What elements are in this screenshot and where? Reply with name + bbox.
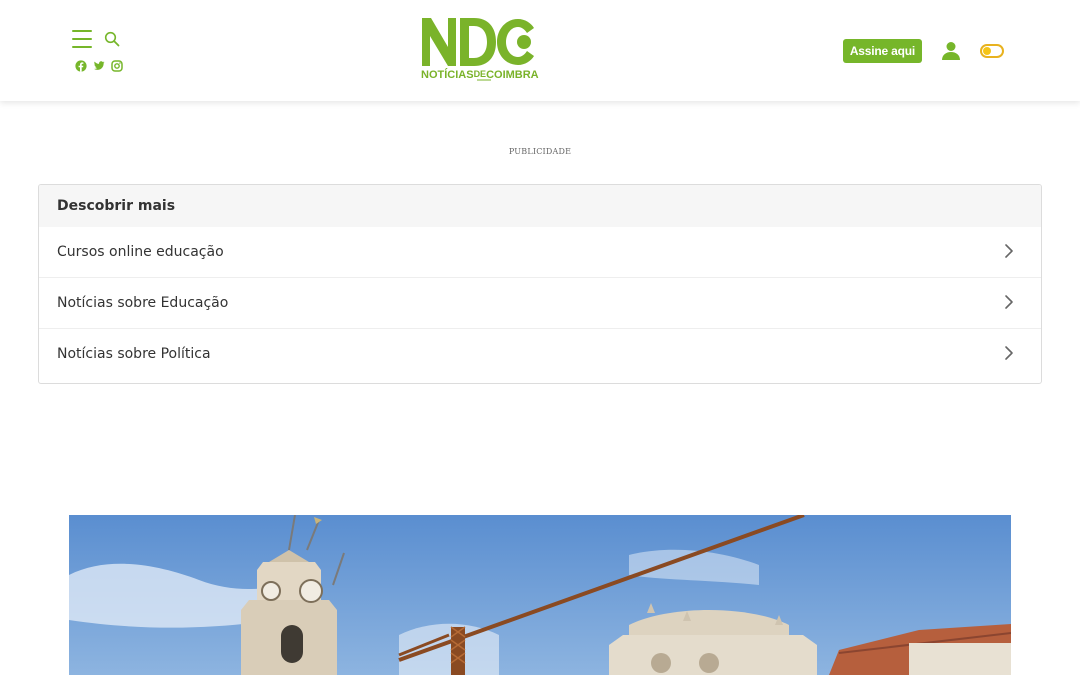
header-left-tools <box>72 30 129 72</box>
chevron-right-icon <box>1005 346 1013 360</box>
subscribe-button[interactable]: Assine aqui <box>842 39 922 63</box>
discover-item[interactable]: Notícias sobre Política <box>39 329 1041 380</box>
instagram-icon[interactable] <box>111 60 123 72</box>
chevron-right-icon <box>1005 244 1013 258</box>
discover-item-label: Cursos online educação <box>57 244 224 260</box>
toggle-knob <box>983 47 991 55</box>
menu-icon[interactable] <box>72 30 92 48</box>
discover-item[interactable]: Cursos online educação <box>39 227 1041 278</box>
discover-more-box: Descobrir mais Cursos online educação No… <box>38 184 1042 384</box>
discover-item-label: Notícias sobre Educação <box>57 295 229 311</box>
discover-item[interactable]: Notícias sobre Educação <box>39 278 1041 329</box>
discover-item-label: Notícias sobre Política <box>57 346 211 362</box>
site-header: NOTÍCIASDECOIMBRA Assine aqui <box>0 0 1080 101</box>
theme-toggle[interactable] <box>980 44 1004 58</box>
header-right-tools: Assine aqui <box>842 39 1004 63</box>
search-icon[interactable] <box>104 31 120 47</box>
discover-title: Descobrir mais <box>39 185 1041 227</box>
twitter-icon[interactable] <box>93 60 105 72</box>
logo-tagline: NOTÍCIASDECOIMBRA <box>421 68 539 81</box>
ad-label: PUBLICIDADE <box>508 147 572 156</box>
site-logo[interactable]: NOTÍCIASDECOIMBRA <box>420 16 546 84</box>
user-icon[interactable] <box>942 41 960 61</box>
chevron-right-icon <box>1005 295 1013 309</box>
header-tool-row <box>72 30 129 48</box>
social-links <box>75 60 129 72</box>
article-photo <box>69 515 1011 675</box>
facebook-icon[interactable] <box>75 60 87 72</box>
